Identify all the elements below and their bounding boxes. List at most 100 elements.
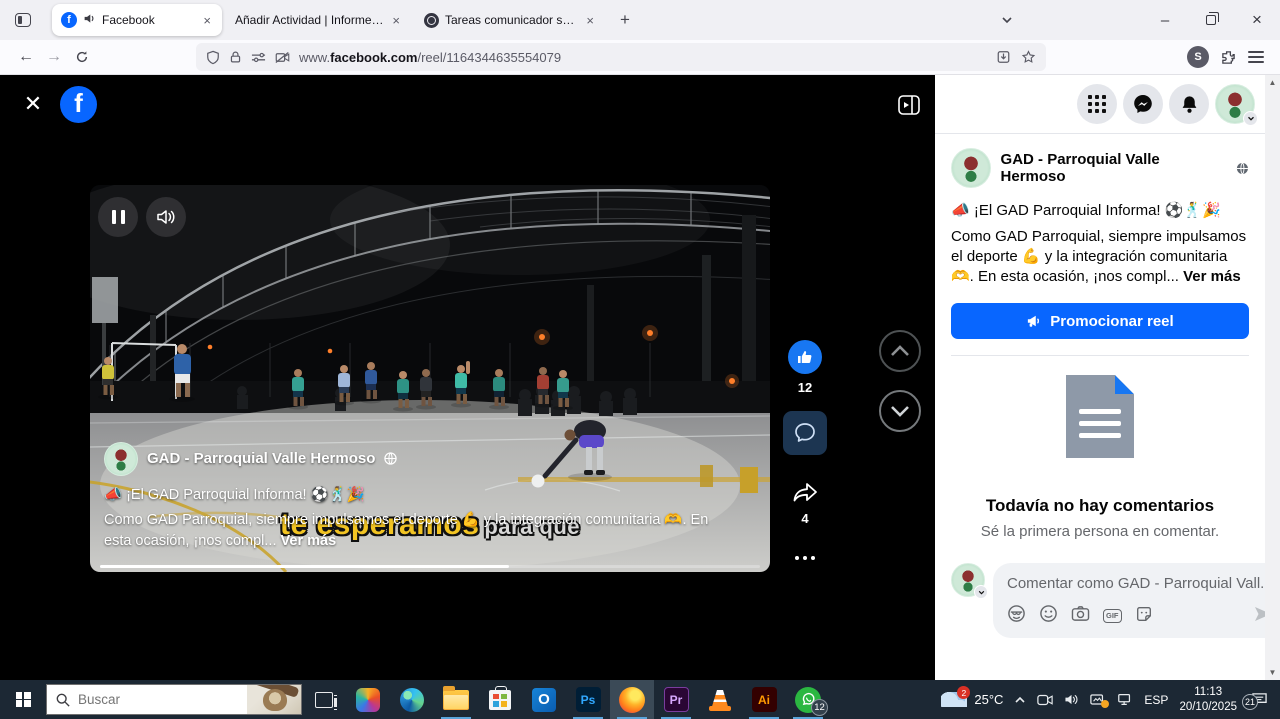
composer-identity-button[interactable]: [951, 563, 985, 597]
messenger-button[interactable]: [1123, 84, 1163, 124]
taskbar-copilot[interactable]: [346, 680, 390, 719]
window-minimize-button[interactable]: –: [1142, 0, 1188, 40]
tab-audio-icon[interactable]: [83, 12, 96, 28]
extension-s-icon[interactable]: S: [1187, 46, 1209, 68]
taskbar-photoshop[interactable]: Ps: [566, 680, 610, 719]
search-highlight-image[interactable]: [247, 685, 301, 714]
lock-icon[interactable]: [229, 50, 242, 64]
taskbar-illustrator[interactable]: Ai: [742, 680, 786, 719]
browser-nav-bar: ← → www.facebook.com/reel/11643446355540…: [0, 40, 1280, 75]
emoji-icon[interactable]: [1039, 604, 1058, 628]
video-overlay-meta: GAD - Parroquial Valle Hermoso 📣 ¡El GAD…: [104, 442, 724, 552]
snip-tool-icon[interactable]: [1090, 693, 1106, 706]
volume-button[interactable]: [146, 197, 186, 237]
thumbs-up-icon: [796, 348, 814, 366]
tab-close-icon[interactable]: ×: [201, 13, 213, 28]
sidebar-scrollbar[interactable]: ▲ ▼: [1265, 75, 1280, 680]
tab-close-icon[interactable]: ×: [584, 13, 596, 28]
taskbar-microsoft-store[interactable]: [478, 680, 522, 719]
taskbar-clock[interactable]: 11:13 20/10/2025: [1179, 685, 1237, 715]
window-close-button[interactable]: ×: [1234, 0, 1280, 40]
start-button[interactable]: [0, 680, 46, 719]
reel-action-rail: 12 4: [783, 340, 827, 560]
video-progress-bar[interactable]: [100, 565, 760, 569]
page-name[interactable]: GAD - Parroquial Valle Hermoso: [1001, 151, 1227, 185]
pause-button[interactable]: [98, 197, 138, 237]
taskbar-outlook[interactable]: O: [522, 680, 566, 719]
reel-video-player[interactable]: te esperamos para que GAD - Parroquial V…: [90, 185, 770, 572]
network-icon[interactable]: [1117, 693, 1133, 706]
scroll-down-arrow[interactable]: ▼: [1269, 668, 1277, 677]
globe-icon: [1236, 162, 1249, 175]
facebook-logo[interactable]: f: [60, 86, 97, 123]
temperature: 25°C: [974, 692, 1003, 707]
taskbar-vlc[interactable]: [698, 680, 742, 719]
windows-logo-icon: [16, 692, 31, 707]
gif-icon[interactable]: GIF: [1103, 609, 1122, 624]
megaphone-icon: [1026, 314, 1042, 328]
shield-icon[interactable]: [206, 50, 220, 65]
date: 20/10/2025: [1179, 700, 1237, 715]
new-tab-button[interactable]: +: [611, 6, 639, 34]
language-indicator[interactable]: ESP: [1144, 693, 1168, 707]
action-center-button[interactable]: 21: [1251, 692, 1268, 707]
hidden-icons-chevron[interactable]: [1014, 696, 1026, 704]
volume-icon[interactable]: [1064, 693, 1079, 706]
weather-widget[interactable]: 2 25°C: [941, 692, 1003, 707]
page-avatar[interactable]: [951, 148, 991, 188]
photoshop-icon: Ps: [576, 687, 601, 712]
window-restore-button[interactable]: [1188, 0, 1234, 40]
firefox-view-button[interactable]: [8, 6, 38, 34]
search-input[interactable]: [78, 692, 213, 707]
taskbar-file-explorer[interactable]: [434, 680, 478, 719]
tab-facebook[interactable]: f Facebook ×: [52, 4, 222, 36]
permissions-icon[interactable]: [251, 51, 266, 63]
save-to-pocket-icon[interactable]: [996, 50, 1011, 64]
caption-intro: 📣 ¡El GAD Parroquial Informa! ⚽🕺🎉: [951, 201, 1249, 219]
notifications-button[interactable]: [1169, 84, 1209, 124]
taskbar-premiere[interactable]: Pr: [654, 680, 698, 719]
close-reel-button[interactable]: ✕: [20, 91, 46, 117]
tab-close-icon[interactable]: ×: [390, 13, 402, 28]
sticker-icon[interactable]: [1135, 605, 1153, 628]
collapse-panel-icon[interactable]: [896, 92, 922, 118]
avatar-sticker-icon[interactable]: [1007, 604, 1026, 628]
globe-icon: [384, 452, 397, 465]
meet-now-icon[interactable]: [1037, 694, 1053, 706]
url-text: www.facebook.com/reel/1164344635554079: [299, 50, 987, 65]
share-button[interactable]: [792, 481, 819, 505]
bookmark-star-icon[interactable]: [1021, 50, 1036, 64]
profile-menu-button[interactable]: [1215, 84, 1255, 124]
author-avatar[interactable]: [104, 442, 138, 476]
tab-informes[interactable]: Añadir Actividad | Informes Mensua ×: [226, 4, 411, 36]
comments-button[interactable]: [783, 411, 827, 455]
taskbar-firefox[interactable]: [610, 680, 654, 719]
address-bar[interactable]: www.facebook.com/reel/1164344635554079: [196, 43, 1046, 71]
taskbar-search[interactable]: [46, 684, 302, 715]
back-button[interactable]: ←: [12, 43, 40, 71]
author-name[interactable]: GAD - Parroquial Valle Hermoso: [147, 450, 375, 467]
list-all-tabs-button[interactable]: [992, 16, 1022, 24]
comment-input[interactable]: Comentar como GAD - Parroquial Vall... G…: [993, 563, 1280, 638]
see-more-link[interactable]: Ver más: [281, 533, 337, 549]
see-more-link[interactable]: Ver más: [1183, 268, 1241, 285]
reload-button[interactable]: [68, 43, 96, 71]
camera-icon[interactable]: [1071, 605, 1090, 627]
camera-blocked-icon[interactable]: [275, 51, 290, 64]
tab-title: Facebook: [102, 13, 195, 27]
previous-reel-button[interactable]: [879, 330, 921, 372]
forward-button[interactable]: →: [40, 43, 68, 71]
taskbar-whatsapp[interactable]: 12: [786, 680, 830, 719]
next-reel-button[interactable]: [879, 390, 921, 432]
menu-hamburger-icon[interactable]: [1248, 51, 1264, 63]
tab-tareas[interactable]: Tareas comunicador social GAD ×: [415, 4, 605, 36]
taskbar-edge[interactable]: [390, 680, 434, 719]
firefox-icon: [619, 687, 645, 713]
like-button[interactable]: [788, 340, 822, 374]
extensions-puzzle-icon[interactable]: [1221, 50, 1236, 65]
more-options-button[interactable]: [795, 556, 815, 560]
taskbar-task-view[interactable]: [302, 680, 346, 719]
apps-menu-button[interactable]: [1077, 84, 1117, 124]
scroll-up-arrow[interactable]: ▲: [1269, 78, 1277, 87]
promote-reel-button[interactable]: Promocionar reel: [951, 303, 1249, 339]
